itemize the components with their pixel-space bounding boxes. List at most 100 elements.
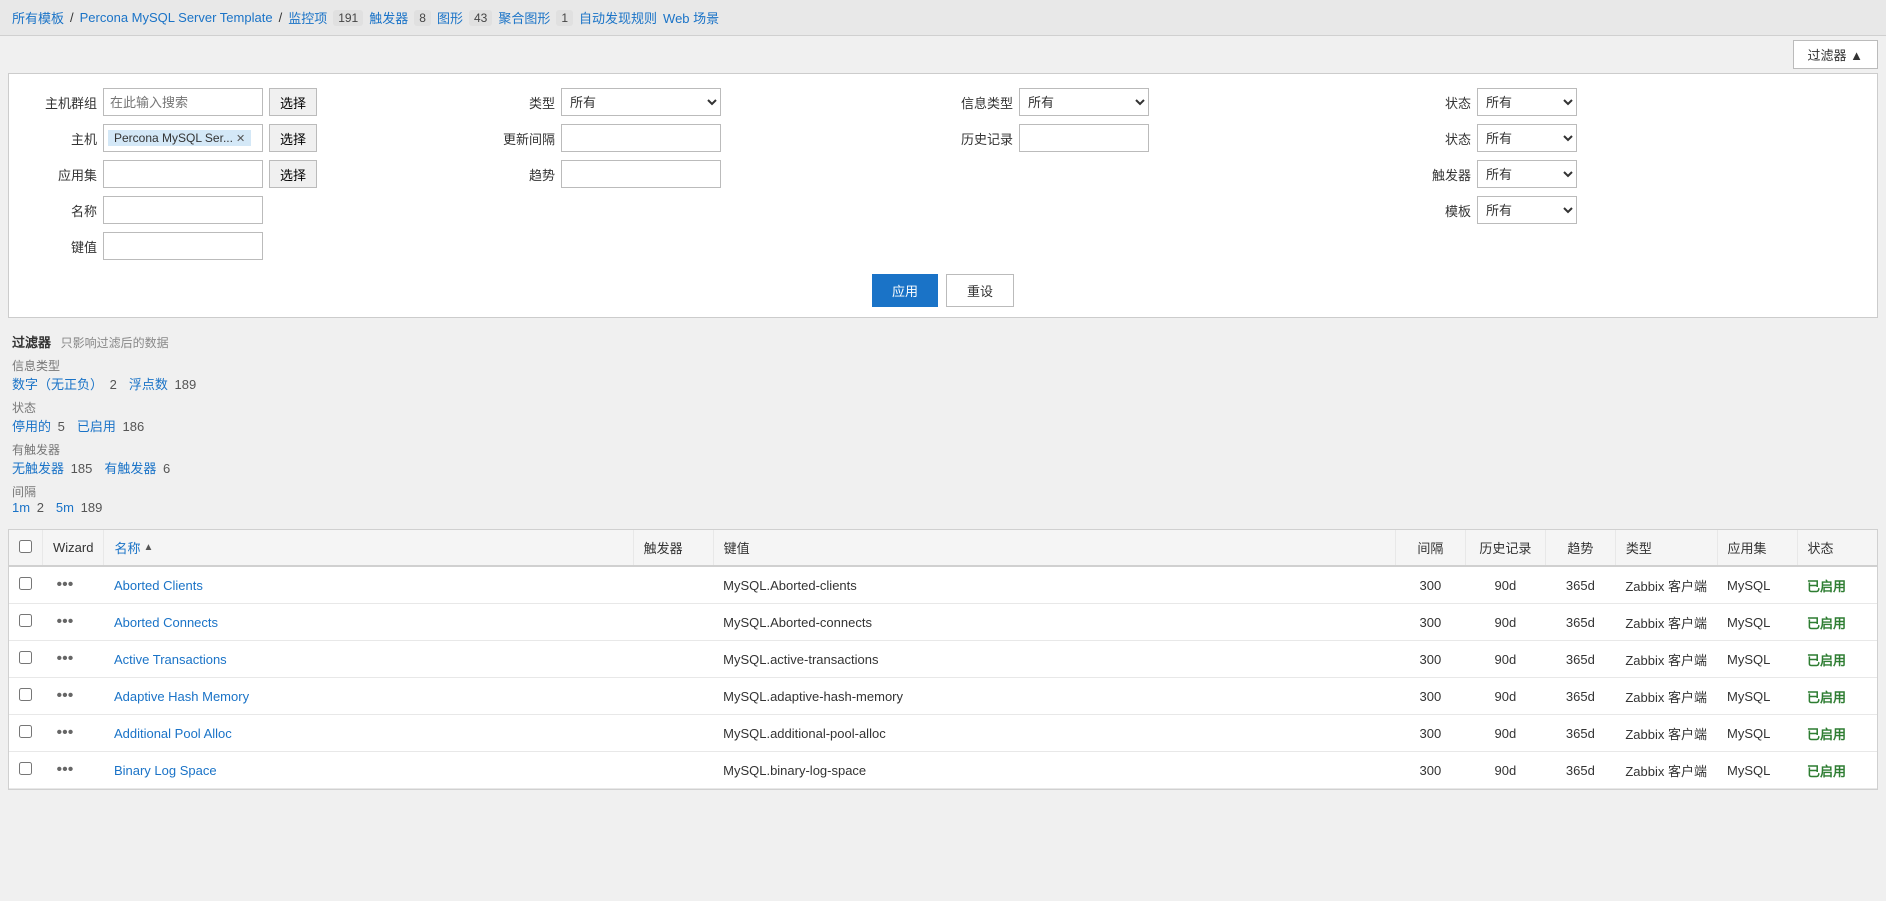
summary-status-group: 状态 停用的 5 已启用 186 <box>12 399 1874 435</box>
breadcrumb-discovery[interactable]: 自动发现规则 <box>579 8 657 27</box>
type-select[interactable]: 所有 <box>561 88 721 116</box>
filter-row-status1: 状态 所有 <box>1401 88 1859 116</box>
row-actions-button-0[interactable]: ••• <box>53 574 78 596</box>
name-input[interactable] <box>103 196 263 224</box>
info-type-link-2[interactable]: 浮点数 <box>129 377 168 392</box>
summary-interval-group: 间隔 1m 2 5m 189 <box>12 483 1874 515</box>
template-select[interactable]: 所有 <box>1477 196 1577 224</box>
table-row: ••• Active Transactions MySQL.active-tra… <box>9 641 1877 678</box>
name-col-label: 名称 <box>114 538 140 557</box>
name-col-header[interactable]: 名称 ▲ <box>104 530 633 566</box>
row-key-cell: MySQL.Aborted-clients <box>713 566 1395 604</box>
status2-select[interactable]: 所有 <box>1477 124 1577 152</box>
host-group-input[interactable] <box>103 88 263 116</box>
interval-link-1[interactable]: 1m <box>12 500 30 515</box>
host-select-button[interactable]: 选择 <box>269 124 317 152</box>
row-checkbox-0[interactable] <box>19 577 32 590</box>
status-link-1[interactable]: 停用的 <box>12 419 51 434</box>
row-checkbox-5[interactable] <box>19 762 32 775</box>
summary-info-type-label: 信息类型 <box>12 357 1874 374</box>
row-history-cell: 90d <box>1465 566 1545 604</box>
row-actions-button-4[interactable]: ••• <box>53 722 78 744</box>
select-all-checkbox[interactable] <box>19 540 32 553</box>
interval-link-2[interactable]: 5m <box>56 500 74 515</box>
trigger-link-1[interactable]: 无触发器 <box>12 461 64 476</box>
trend-label: 趋势 <box>485 165 555 184</box>
triggers-col-header: 触发器 <box>633 530 713 566</box>
info-type-select[interactable]: 所有 <box>1019 88 1149 116</box>
row-name-link-2[interactable]: Active Transactions <box>114 652 227 667</box>
row-name-link-1[interactable]: Aborted Connects <box>114 615 218 630</box>
row-name-link-5[interactable]: Binary Log Space <box>114 763 217 778</box>
info-type-item-1: 数字（无正负） 2 <box>12 374 117 393</box>
name-sort-arrow: ▲ <box>143 542 153 553</box>
filter-row-status2: 状态 所有 <box>1401 124 1859 152</box>
row-actions-button-5[interactable]: ••• <box>53 759 78 781</box>
trigger-count-1: 185 <box>71 461 93 476</box>
row-trend-cell: 365d <box>1545 752 1615 789</box>
row-actions-button-3[interactable]: ••• <box>53 685 78 707</box>
host-tag-close[interactable]: ✕ <box>236 132 245 145</box>
breadcrumb-compound[interactable]: 聚合图形 <box>498 8 550 27</box>
row-name-link-0[interactable]: Aborted Clients <box>114 578 203 593</box>
interval-input[interactable] <box>561 124 721 152</box>
trend-input[interactable] <box>561 160 721 188</box>
interval-item-1: 1m 2 <box>12 500 44 515</box>
breadcrumb-template[interactable]: Percona MySQL Server Template <box>80 10 273 25</box>
breadcrumb-sep2: / <box>279 10 283 25</box>
row-actions-button-1[interactable]: ••• <box>53 611 78 633</box>
row-name-cell: Aborted Connects <box>104 604 633 641</box>
row-interval-cell: 300 <box>1395 752 1465 789</box>
row-actions-button-2[interactable]: ••• <box>53 648 78 670</box>
host-group-select-button[interactable]: 选择 <box>269 88 317 116</box>
row-history-cell: 90d <box>1465 678 1545 715</box>
appset-input[interactable] <box>103 160 263 188</box>
status-link-2[interactable]: 已启用 <box>77 419 116 434</box>
row-interval-cell: 300 <box>1395 715 1465 752</box>
row-checkbox-4[interactable] <box>19 725 32 738</box>
reset-button[interactable]: 重设 <box>946 274 1014 307</box>
row-status-cell: 已启用 <box>1797 678 1877 715</box>
table-row: ••• Aborted Clients MySQL.Aborted-client… <box>9 566 1877 604</box>
breadcrumb-all-templates[interactable]: 所有模板 <box>12 8 64 27</box>
filter-row-name: 名称 <box>27 196 485 224</box>
row-history-cell: 90d <box>1465 752 1545 789</box>
breadcrumb-triggers[interactable]: 触发器 <box>369 8 408 27</box>
row-name-link-4[interactable]: Additional Pool Alloc <box>114 726 232 741</box>
name-sort-link[interactable]: 名称 ▲ <box>114 538 622 557</box>
row-type-cell: Zabbix 客户端 <box>1615 715 1717 752</box>
trigger-link-2[interactable]: 有触发器 <box>104 461 156 476</box>
filter-row-trigger <box>943 160 1401 188</box>
history-input[interactable] <box>1019 124 1149 152</box>
interval-col-header: 间隔 <box>1395 530 1465 566</box>
breadcrumb-monitors[interactable]: 监控项 <box>288 8 327 27</box>
row-actions-cell: ••• <box>43 715 104 752</box>
row-actions-cell: ••• <box>43 566 104 604</box>
row-type-cell: Zabbix 客户端 <box>1615 678 1717 715</box>
status1-select[interactable]: 所有 <box>1477 88 1577 116</box>
host-label: 主机 <box>27 129 97 148</box>
trigger-select[interactable]: 所有 <box>1477 160 1577 188</box>
breadcrumb-web[interactable]: Web 场景 <box>663 8 719 27</box>
row-checkbox-3[interactable] <box>19 688 32 701</box>
row-name-link-3[interactable]: Adaptive Hash Memory <box>114 689 249 704</box>
row-triggers-cell <box>633 752 713 789</box>
filter-row-template: 模板 所有 <box>1401 196 1859 224</box>
host-tag-input[interactable]: Percona MySQL Ser... ✕ <box>103 124 263 152</box>
info-type-link-1[interactable]: 数字（无正负） <box>12 377 103 392</box>
appset-select-button[interactable]: 选择 <box>269 160 317 188</box>
row-key-cell: MySQL.additional-pool-alloc <box>713 715 1395 752</box>
row-checkbox-1[interactable] <box>19 614 32 627</box>
status1-label: 状态 <box>1401 93 1471 112</box>
row-triggers-cell <box>633 566 713 604</box>
summary-subtitle: 只影响过滤后的数据 <box>61 336 169 350</box>
apply-button[interactable]: 应用 <box>872 274 938 307</box>
summary-title: 过滤器 <box>12 335 51 350</box>
row-checkbox-2[interactable] <box>19 651 32 664</box>
row-trend-cell: 365d <box>1545 566 1615 604</box>
breadcrumb-charts[interactable]: 图形 <box>437 8 463 27</box>
key-input[interactable] <box>103 232 263 260</box>
trigger-item-2: 有触发器 6 <box>104 458 170 477</box>
summary-trigger-items: 无触发器 185 有触发器 6 <box>12 458 1874 477</box>
filter-toggle-button[interactable]: 过滤器 ▲ <box>1793 40 1878 69</box>
